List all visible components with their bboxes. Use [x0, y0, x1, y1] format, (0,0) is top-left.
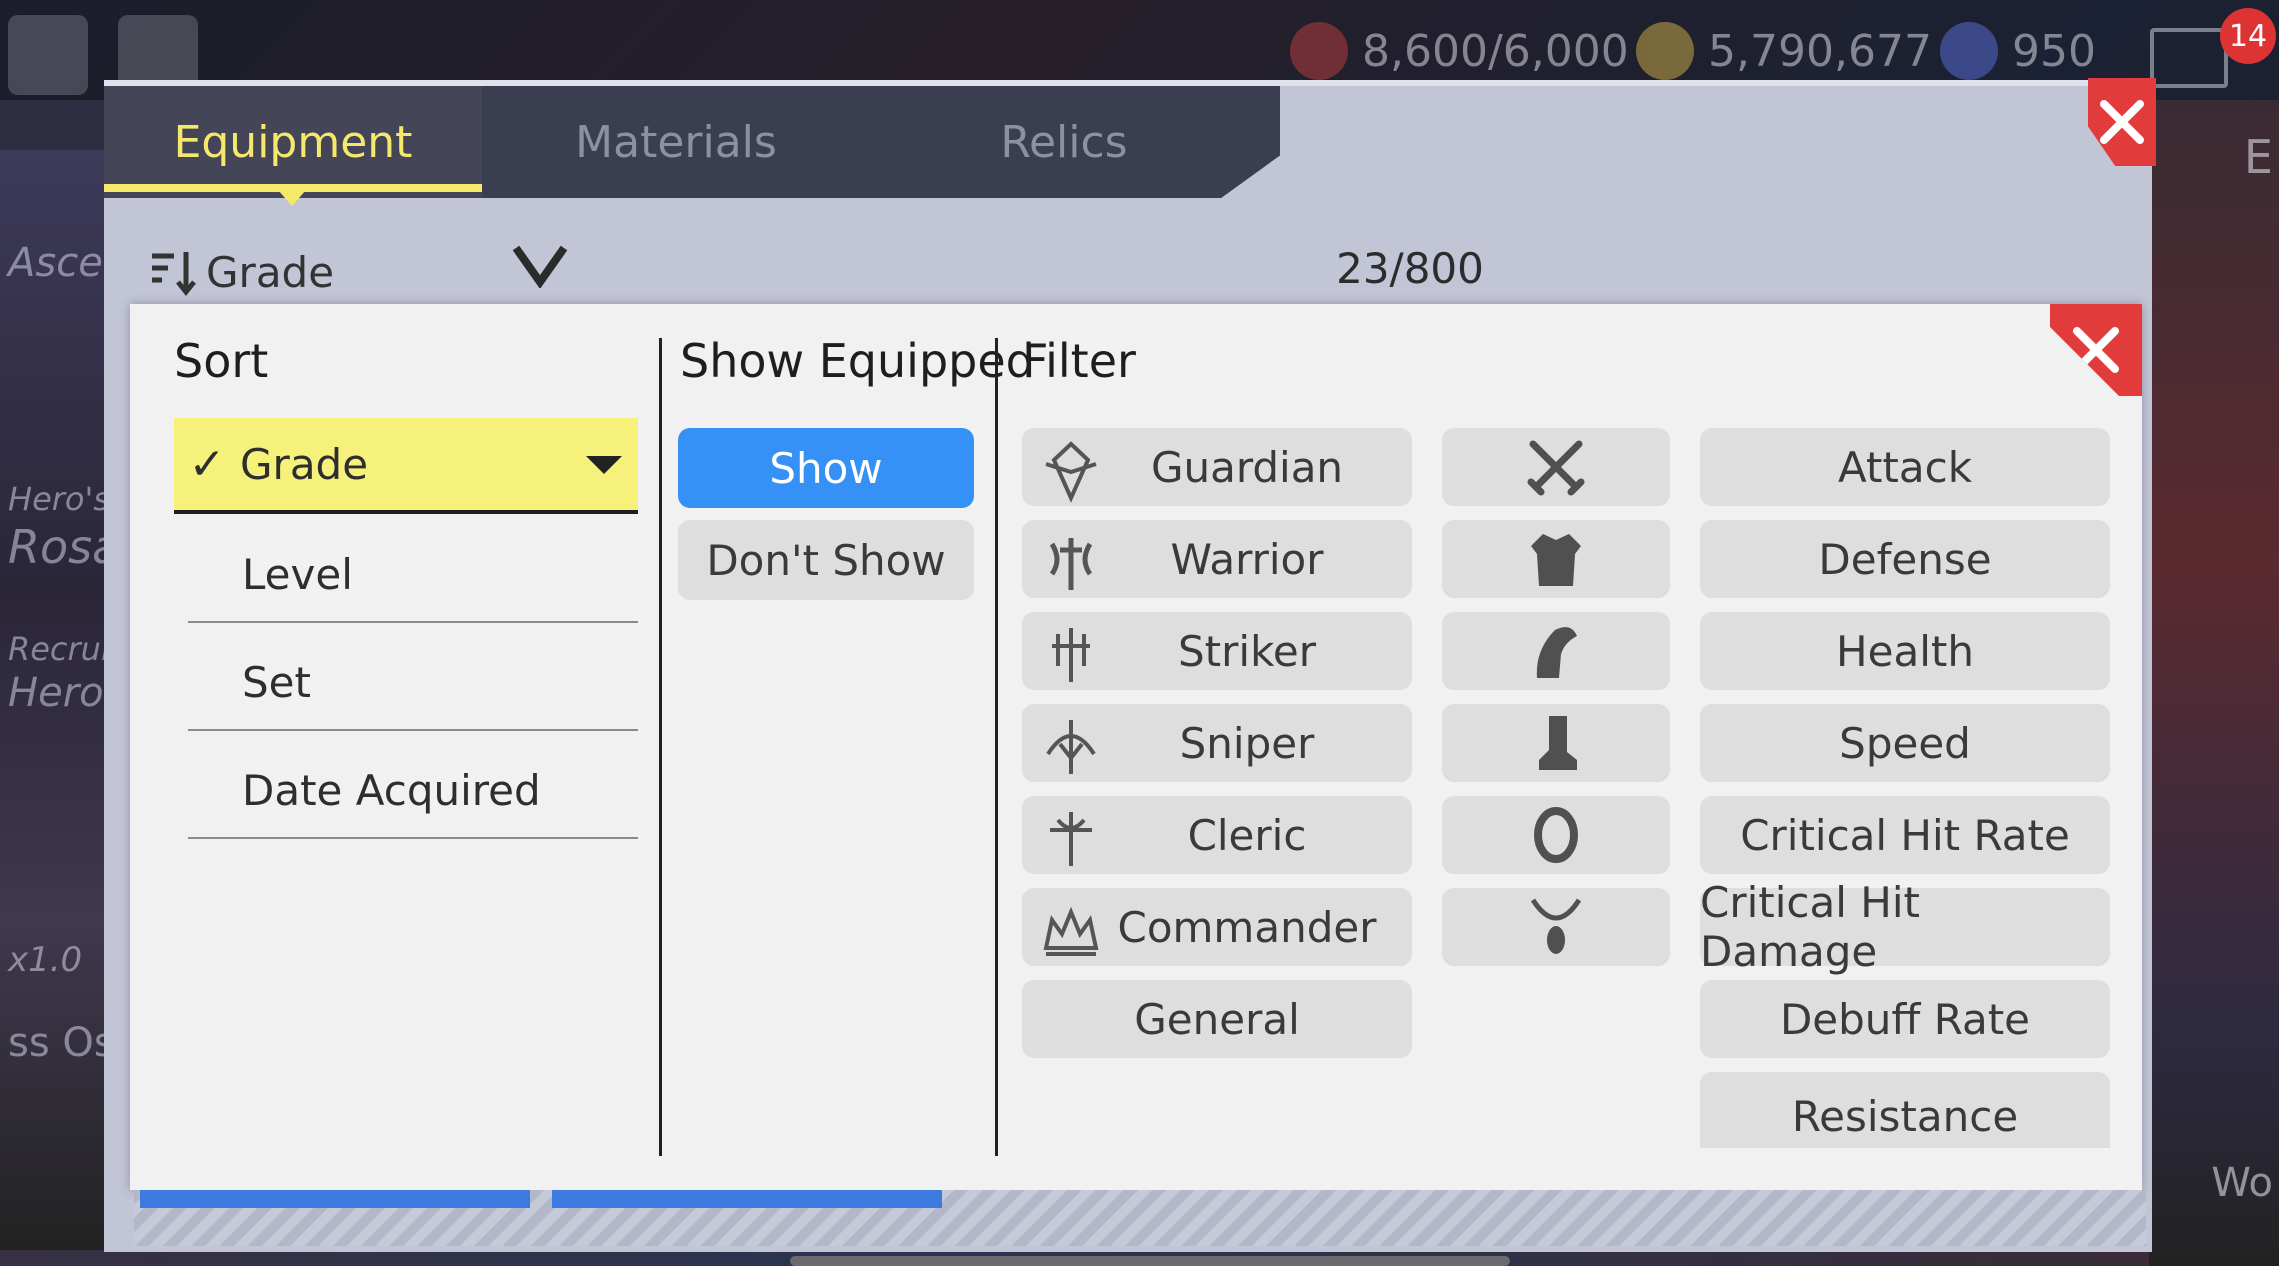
chevron-down-icon[interactable] — [512, 244, 568, 288]
armor-icon — [1531, 534, 1581, 586]
left-side-menu: Ascen Hero's Rosa Recruit Hero ( x1.0 ss… — [0, 150, 172, 1250]
filter-stat-defense[interactable]: Defense — [1700, 520, 2110, 598]
filter-stat-health[interactable]: Health — [1700, 612, 2110, 690]
dont-show-equipped-button[interactable]: Don't Show — [678, 520, 974, 600]
gloves-icon — [1536, 627, 1577, 678]
home-indicator — [790, 1256, 1510, 1266]
stamina-icon — [1290, 22, 1348, 80]
divider — [188, 729, 638, 731]
commander-class-icon — [1043, 906, 1099, 956]
sort-option-date-acquired[interactable]: Date Acquired — [174, 744, 638, 836]
tab-relics[interactable]: Relics — [870, 86, 1258, 198]
boots-icon — [1539, 716, 1577, 770]
filter-stat-debuff-rate[interactable]: Debuff Rate — [1700, 980, 2110, 1058]
sort-option-label: Grade — [240, 439, 369, 489]
bg-label-right: E — [2243, 130, 2273, 184]
filter-stat-critical-hit-damage[interactable]: Critical Hit Damage — [1700, 878, 2110, 976]
filter-cleric[interactable]: Cleric — [1022, 796, 1412, 874]
tab-equipment[interactable]: Equipment — [104, 86, 482, 198]
mail-icon[interactable] — [2150, 28, 2228, 88]
sort-heading: Sort — [174, 334, 269, 388]
filter-sniper[interactable]: Sniper — [1022, 704, 1412, 782]
show-equipped-heading: Show Equipped — [680, 334, 1035, 388]
gem-counter: 950 — [1940, 22, 2096, 80]
gold-counter: 5,790,677 — [1636, 22, 1932, 80]
filter-label: Sniper — [1179, 718, 1315, 768]
filter-label: Guardian — [1150, 442, 1344, 492]
filter-slot-boots[interactable] — [1442, 704, 1670, 782]
inventory-tabs: Equipment Materials Relics — [104, 86, 1280, 198]
sort-selector-label: Grade — [206, 247, 335, 297]
tab-materials[interactable]: Materials — [482, 86, 870, 198]
sort-selector[interactable]: Grade — [148, 240, 334, 304]
settings-icon[interactable] — [8, 15, 88, 95]
gem-icon — [1940, 22, 1998, 80]
divider — [188, 621, 638, 623]
filter-slot-weapon[interactable] — [1442, 428, 1670, 506]
filter-warrior[interactable]: Warrior — [1022, 520, 1412, 598]
filter-heading: Filter — [1022, 334, 1136, 388]
sort-option-label: Level — [242, 549, 353, 599]
sort-icon — [152, 252, 196, 297]
filter-label: Striker — [1178, 626, 1316, 676]
bg-label-right-bottom: Wo — [2211, 1160, 2273, 1206]
bg-label-hero-s: Hero's — [8, 480, 110, 518]
sort-option-set[interactable]: Set — [174, 636, 638, 728]
active-tab-pointer — [278, 190, 306, 206]
filter-stat-attack[interactable]: Attack — [1700, 428, 2110, 506]
filter-slot-gloves[interactable] — [1442, 612, 1670, 690]
filter-label: Cleric — [1187, 810, 1307, 860]
filter-slot-armor[interactable] — [1442, 520, 1670, 598]
sort-option-label: Date Acquired — [242, 765, 541, 815]
filter-commander[interactable]: Commander — [1022, 888, 1412, 966]
filter-label: Warrior — [1170, 534, 1324, 584]
filter-striker[interactable]: Striker — [1022, 612, 1412, 690]
show-equipped-button[interactable]: Show — [678, 428, 974, 508]
cleric-class-icon — [1050, 812, 1092, 866]
caret-down-icon — [586, 456, 622, 474]
sort-option-label: Set — [242, 657, 311, 707]
filter-stat-critical-hit-rate[interactable]: Critical Hit Rate — [1700, 796, 2110, 874]
gold-value: 5,790,677 — [1708, 25, 1932, 77]
mail-badge: 14 — [2220, 8, 2276, 64]
filter-stat-speed[interactable]: Speed — [1700, 704, 2110, 782]
sort-option-level[interactable]: Level — [174, 528, 638, 620]
close-icon — [2100, 100, 2144, 144]
sort-option-grade[interactable]: ✓ Grade — [174, 418, 638, 514]
filter-guardian[interactable]: Guardian — [1022, 428, 1412, 506]
filter-stat-resistance[interactable]: Resistance — [1700, 1072, 2110, 1148]
gold-icon — [1636, 22, 1694, 80]
ring-icon — [1534, 807, 1578, 863]
sniper-class-icon — [1046, 720, 1096, 774]
bottom-tab-indicator — [552, 1190, 942, 1208]
weapon-icon — [1527, 440, 1585, 496]
divider — [188, 837, 638, 839]
necklace-icon — [1530, 898, 1582, 954]
bg-label-mult: x1.0 — [8, 940, 83, 980]
column-divider — [659, 338, 662, 1156]
inventory-count: 23/800 — [1336, 244, 1484, 293]
check-icon: ✓ — [188, 438, 226, 490]
bottom-tab-indicator — [140, 1190, 530, 1208]
filter-label: General — [1134, 994, 1300, 1044]
filter-label: Commander — [1117, 902, 1377, 952]
filter-slot-ring[interactable] — [1442, 796, 1670, 874]
guardian-class-icon — [1045, 441, 1097, 503]
column-divider — [995, 338, 998, 1156]
right-side-menu: E Wo — [2149, 100, 2279, 1266]
stamina-counter: 8,600/6,000 — [1290, 22, 1629, 80]
striker-class-icon — [1052, 628, 1090, 682]
stamina-value: 8,600/6,000 — [1362, 25, 1629, 77]
warrior-class-icon — [1049, 538, 1093, 590]
gem-value: 950 — [2012, 25, 2096, 77]
filter-slot-necklace[interactable] — [1442, 888, 1670, 966]
filter-general[interactable]: General — [1022, 980, 1412, 1058]
